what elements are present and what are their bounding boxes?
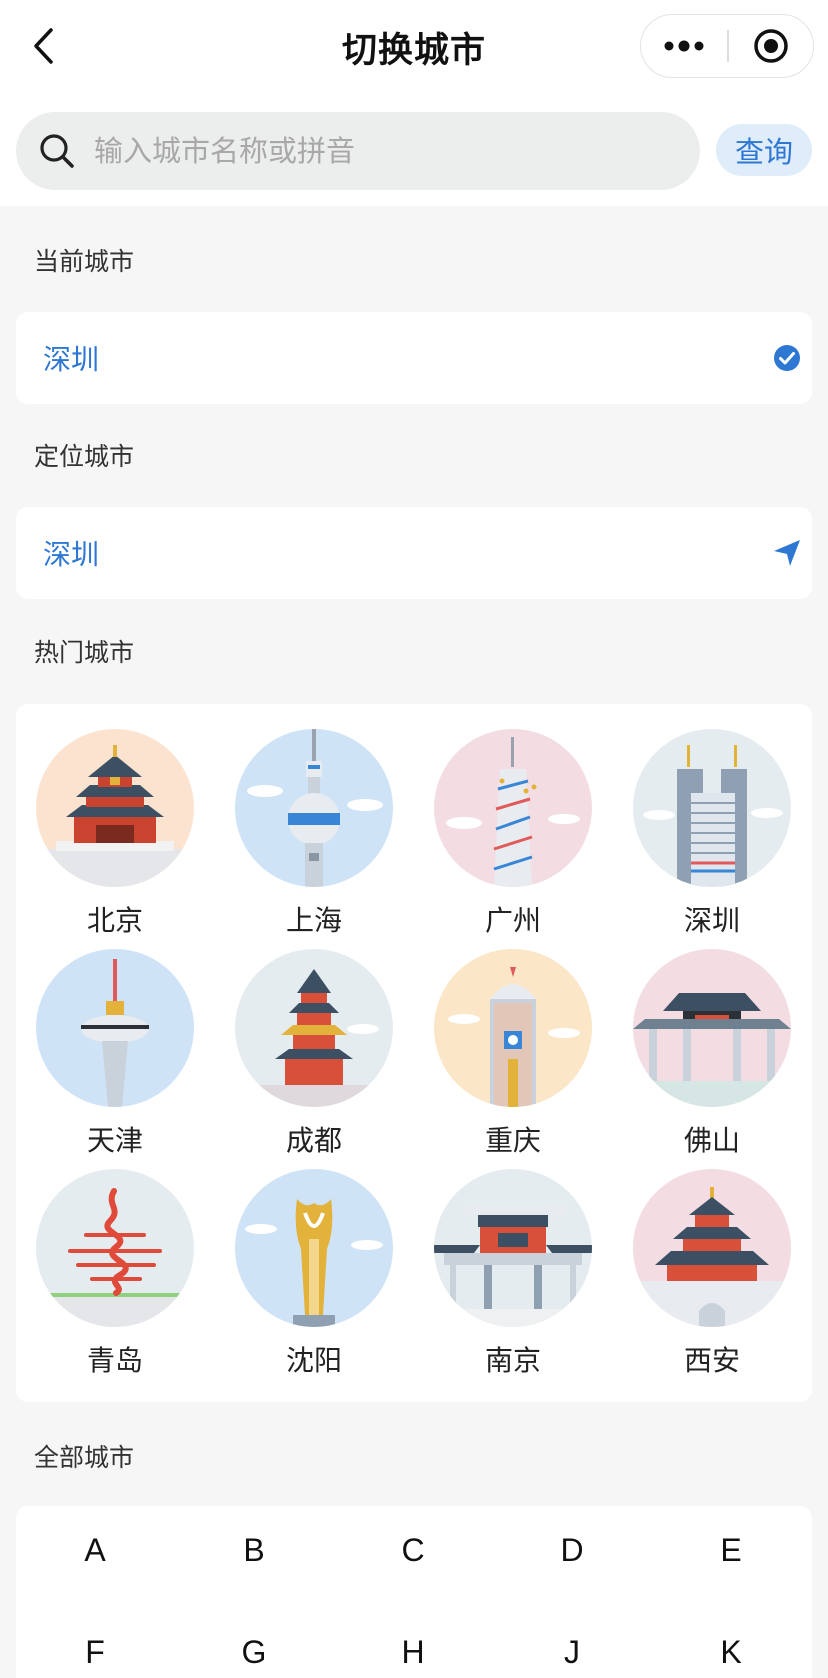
hot-city-name: 北京 bbox=[86, 904, 143, 937]
canton-tower-icon bbox=[434, 729, 592, 887]
hot-city-name: 上海 bbox=[285, 904, 342, 937]
search-icon bbox=[40, 134, 74, 168]
close-button[interactable] bbox=[729, 15, 813, 77]
alphabet-index-panel: A B C D E F G H J K bbox=[16, 1506, 812, 1678]
check-circle-icon bbox=[774, 345, 800, 371]
xian-bell-tower-icon bbox=[633, 1169, 791, 1327]
qingdao-sculpture-icon bbox=[36, 1169, 194, 1327]
hot-city-name: 深圳 bbox=[683, 904, 740, 937]
shenzhen-skyscraper-icon bbox=[633, 729, 791, 887]
search-input[interactable] bbox=[94, 112, 684, 190]
temple-of-heaven-icon bbox=[36, 729, 194, 887]
hot-city-shenzhen[interactable]: 深圳 bbox=[628, 729, 796, 939]
hot-city-beijing[interactable]: 北京 bbox=[31, 729, 199, 939]
hot-city-guangzhou[interactable]: 广州 bbox=[429, 729, 597, 939]
shenyang-monument-icon bbox=[235, 1169, 393, 1327]
hot-city-xian[interactable]: 西安 bbox=[628, 1169, 796, 1379]
letter-f[interactable]: F bbox=[65, 1634, 125, 1671]
all-cities-label: 全部城市 bbox=[34, 1443, 135, 1472]
chongqing-clocktower-icon bbox=[434, 949, 592, 1107]
nanjing-gate-icon bbox=[434, 1169, 592, 1327]
hot-city-shenyang[interactable]: 沈阳 bbox=[230, 1169, 398, 1379]
chengdu-pagoda-icon bbox=[235, 949, 393, 1107]
top-bar: 切换城市 bbox=[0, 0, 828, 92]
search-area: 查询 bbox=[0, 92, 828, 206]
tianjin-tower-icon bbox=[36, 949, 194, 1107]
search-box bbox=[16, 112, 700, 190]
current-city-name: 深圳 bbox=[43, 343, 100, 376]
hot-city-nanjing[interactable]: 南京 bbox=[429, 1169, 597, 1379]
hot-cities-panel: 北京 上海 广州 深圳 天津 成都 重庆 佛山 青岛 沈阳 南京 西安 bbox=[16, 704, 812, 1402]
letter-b[interactable]: B bbox=[224, 1532, 284, 1569]
hot-city-name: 广州 bbox=[484, 904, 541, 937]
hot-city-name: 西安 bbox=[683, 1344, 740, 1377]
hot-cities-label: 热门城市 bbox=[34, 638, 135, 667]
mini-program-capsule bbox=[640, 14, 814, 78]
current-city-card[interactable]: 深圳 bbox=[16, 312, 812, 404]
hot-city-chengdu[interactable]: 成都 bbox=[230, 949, 398, 1159]
letter-g[interactable]: G bbox=[224, 1634, 284, 1671]
query-button[interactable]: 查询 bbox=[716, 124, 812, 176]
hot-city-qingdao[interactable]: 青岛 bbox=[31, 1169, 199, 1379]
letter-c[interactable]: C bbox=[383, 1532, 443, 1569]
letter-h[interactable]: H bbox=[383, 1634, 443, 1671]
letter-k[interactable]: K bbox=[701, 1634, 761, 1671]
hot-city-name: 佛山 bbox=[683, 1124, 740, 1157]
hot-city-chongqing[interactable]: 重庆 bbox=[429, 949, 597, 1159]
located-city-name: 深圳 bbox=[43, 538, 100, 571]
hot-city-name: 成都 bbox=[285, 1124, 342, 1157]
hot-city-name: 天津 bbox=[86, 1124, 143, 1157]
letter-j[interactable]: J bbox=[542, 1634, 602, 1671]
hot-city-foshan[interactable]: 佛山 bbox=[628, 949, 796, 1159]
foshan-gate-icon bbox=[633, 949, 791, 1107]
oriental-pearl-tower-icon bbox=[235, 729, 393, 887]
letter-a[interactable]: A bbox=[65, 1532, 125, 1569]
target-circle-icon bbox=[754, 29, 788, 63]
location-arrow-icon bbox=[774, 540, 800, 566]
hot-city-name: 青岛 bbox=[86, 1344, 143, 1377]
hot-city-name: 重庆 bbox=[484, 1124, 541, 1157]
located-city-label: 定位城市 bbox=[34, 442, 135, 471]
more-button[interactable] bbox=[641, 15, 727, 77]
more-dots-icon bbox=[664, 40, 704, 52]
hot-city-name: 南京 bbox=[484, 1344, 541, 1377]
hot-city-tianjin[interactable]: 天津 bbox=[31, 949, 199, 1159]
letter-e[interactable]: E bbox=[701, 1532, 761, 1569]
letter-d[interactable]: D bbox=[542, 1532, 602, 1569]
hot-city-name: 沈阳 bbox=[285, 1344, 342, 1377]
hot-city-shanghai[interactable]: 上海 bbox=[230, 729, 398, 939]
located-city-card[interactable]: 深圳 bbox=[16, 507, 812, 599]
current-city-label: 当前城市 bbox=[34, 247, 135, 276]
